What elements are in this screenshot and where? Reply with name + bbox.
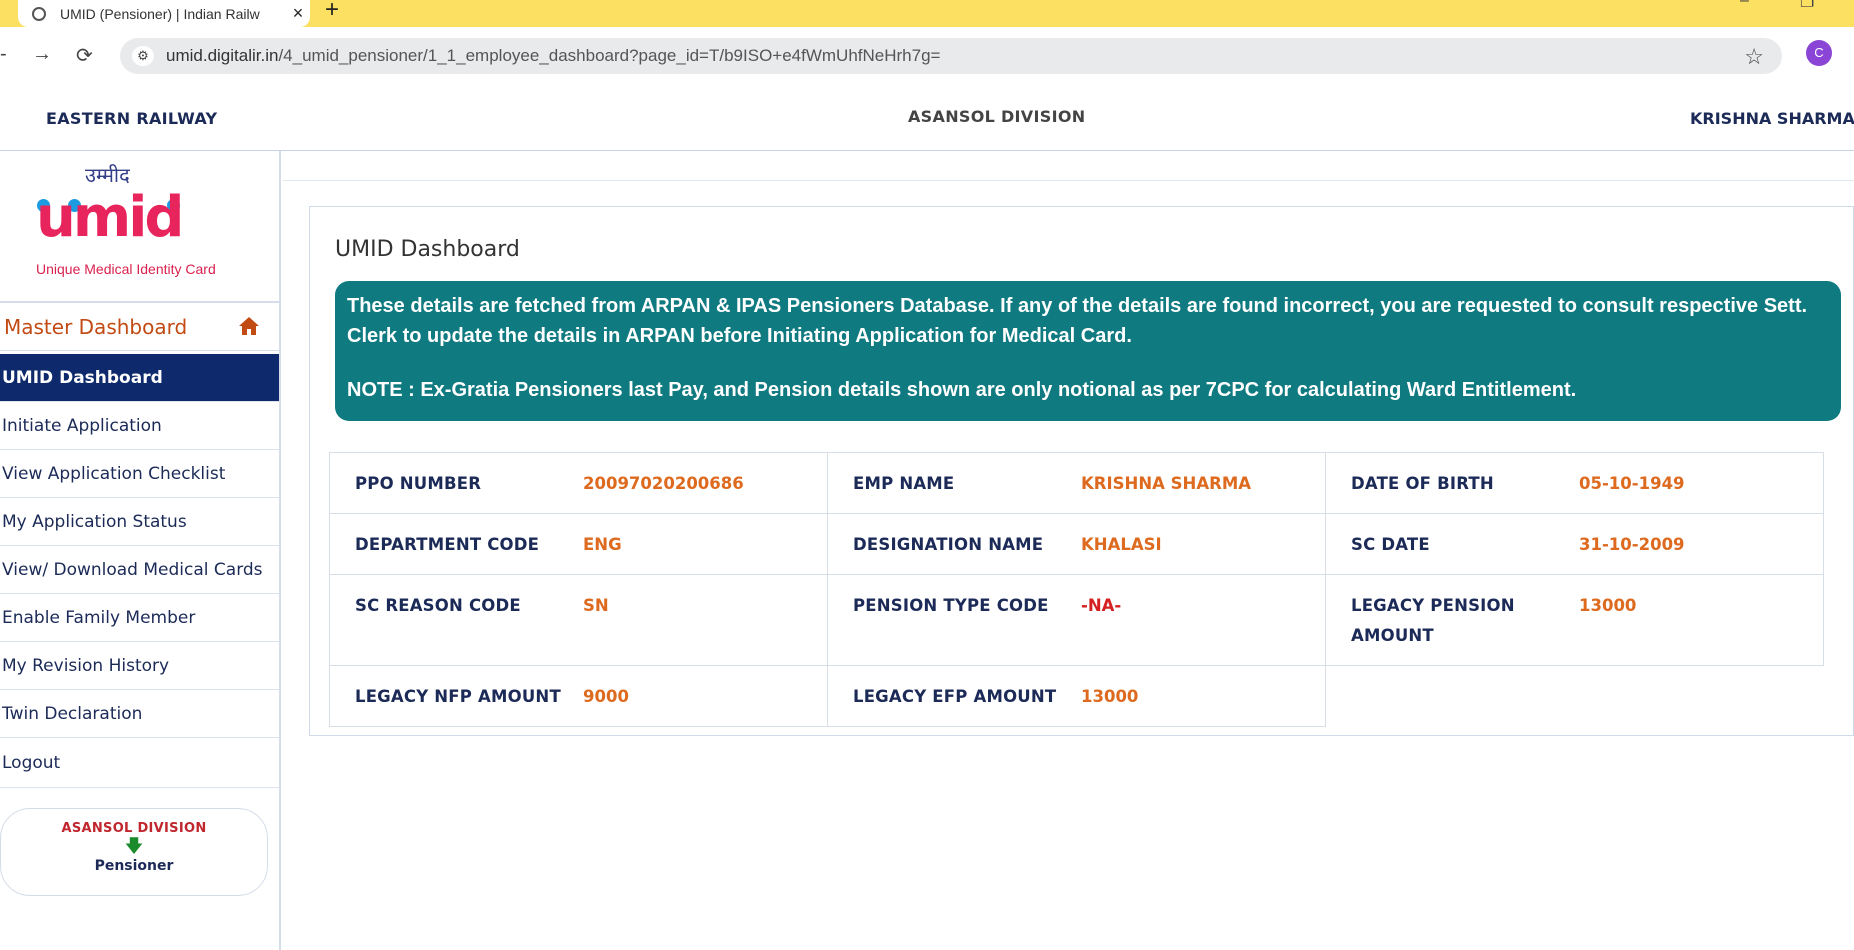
- empty-cell: [1326, 666, 1824, 727]
- field-cell: LEGACY PENSION AMOUNT 13000: [1325, 574, 1824, 666]
- field-label: LEGACY EFP AMOUNT: [853, 687, 1057, 706]
- close-icon[interactable]: ×: [286, 3, 310, 24]
- table-row: PPO NUMBER 20097020200686 EMP NAME KRISHNA…: [329, 452, 1824, 514]
- minimize-icon[interactable]: –: [1740, 0, 1749, 10]
- user-menu[interactable]: KRISHNA SHARMA ⌄: [1690, 109, 1854, 128]
- field-label: EMP NAME: [853, 474, 955, 493]
- table-row: SC REASON CODE SN PENSION TYPE CODE -NA- L…: [329, 574, 1824, 666]
- pensioner-details-table: PPO NUMBER 20097020200686 EMP NAME KRISHNA…: [329, 452, 1824, 727]
- division-role-badge: ASANSOL DIVISION 🡇 Pensioner: [0, 808, 268, 896]
- user-name: KRISHNA SHARMA: [1690, 109, 1854, 128]
- browser-tab[interactable]: UMID (Pensioner) | Indian Railw ×: [18, 0, 310, 27]
- dashboard-card: UMID Dashboard These details are fetched…: [309, 206, 1854, 736]
- sidebar-item-enable-family-member[interactable]: Enable Family Member: [0, 594, 279, 642]
- reload-icon[interactable]: ⟳: [76, 43, 93, 68]
- field-cell: LEGACY EFP AMOUNT 13000: [827, 665, 1326, 727]
- field-cell: LEGACY NFP AMOUNT 9000: [329, 665, 828, 727]
- field-label: PENSION TYPE CODE: [853, 596, 1049, 615]
- field-value: 31-10-2009: [1579, 535, 1685, 554]
- field-value: ENG: [583, 535, 622, 554]
- badge-division: ASANSOL DIVISION: [61, 821, 207, 836]
- sidebar-item-my-revision-history[interactable]: My Revision History: [0, 642, 279, 690]
- bookmark-star-icon[interactable]: ☆: [1744, 44, 1764, 70]
- globe-icon: [32, 6, 46, 21]
- profile-avatar[interactable]: C: [1806, 40, 1832, 66]
- page-title: UMID Dashboard: [335, 237, 520, 262]
- org-name: EASTERN RAILWAY: [46, 109, 218, 128]
- master-dashboard-header[interactable]: Master Dashboard: [0, 301, 279, 351]
- field-cell: DEPARTMENT CODE ENG: [329, 513, 828, 575]
- field-label: PPO NUMBER: [355, 474, 482, 493]
- field-label: SC REASON CODE: [355, 596, 521, 615]
- info-notice: These details are fetched from ARPAN & I…: [335, 281, 1841, 421]
- field-cell: SC DATE 31-10-2009: [1325, 513, 1824, 575]
- app-header: EASTERN RAILWAY ASANSOL DIVISION KRISHNA…: [0, 85, 1854, 151]
- field-value: KRISHNA SHARMA: [1081, 474, 1252, 493]
- field-cell: DATE OF BIRTH 05-10-1949: [1325, 452, 1824, 514]
- field-label: LEGACY PENSION AMOUNT: [1351, 596, 1515, 645]
- notice-note: NOTE : Ex-Gratia Pensioners last Pay, an…: [347, 379, 1577, 401]
- sidebar-item-download-medical-cards[interactable]: View/ Download Medical Cards: [0, 546, 279, 594]
- badge-role: Pensioner: [94, 858, 174, 874]
- logo-tagline: Unique Medical Identity Card: [36, 261, 216, 277]
- master-dashboard-label: Master Dashboard: [4, 314, 188, 339]
- address-bar[interactable]: ⚙ umid.digitalir.in/4_umid_pensioner/1_1…: [120, 38, 1782, 74]
- content-top-band: [283, 151, 1854, 181]
- sidebar-item-view-application-checklist[interactable]: View Application Checklist: [0, 450, 279, 498]
- field-label: LEGACY NFP AMOUNT: [355, 687, 561, 706]
- sidebar-item-initiate-application[interactable]: Initiate Application: [0, 402, 279, 450]
- field-value: 05-10-1949: [1579, 474, 1685, 493]
- field-value: 13000: [1579, 596, 1637, 615]
- sidebar-menu: UMID Dashboard Initiate Application View…: [0, 354, 279, 788]
- restore-icon[interactable]: ❐: [1800, 0, 1814, 12]
- back-icon[interactable]: ‐: [0, 43, 7, 66]
- sidebar-item-twin-declaration[interactable]: Twin Declaration: [0, 690, 279, 738]
- browser-tab-strip: UMID (Pensioner) | Indian Railw × + – ❐: [0, 0, 1854, 27]
- field-label: DESIGNATION NAME: [853, 535, 1044, 554]
- field-label: DATE OF BIRTH: [1351, 474, 1494, 493]
- sidebar-item-my-application-status[interactable]: My Application Status: [0, 498, 279, 546]
- notice-text: These details are fetched from ARPAN & I…: [347, 295, 1808, 347]
- field-value: 13000: [1081, 687, 1139, 706]
- table-row: LEGACY NFP AMOUNT 9000 LEGACY EFP AMOUNT 1…: [329, 665, 1824, 727]
- umid-logo: उम्मीद umid Unique Medical Identity Card: [30, 161, 230, 277]
- logo-hindi-text: उम्मीद: [85, 163, 130, 187]
- site-info-icon[interactable]: ⚙: [132, 46, 154, 66]
- arrow-down-icon: 🡇: [124, 836, 144, 857]
- field-value: -NA-: [1081, 596, 1122, 615]
- field-label: SC DATE: [1351, 535, 1430, 554]
- field-value: KHALASI: [1081, 535, 1162, 554]
- browser-toolbar: ‐ → ⟳ ⚙ umid.digitalir.in/4_umid_pension…: [0, 27, 1854, 85]
- field-value: SN: [583, 596, 609, 615]
- table-row: DEPARTMENT CODE ENG DESIGNATION NAME KHALA…: [329, 513, 1824, 575]
- tab-title: UMID (Pensioner) | Indian Railw: [60, 5, 260, 22]
- field-cell: EMP NAME KRISHNA SHARMA: [827, 452, 1326, 514]
- field-cell: PENSION TYPE CODE -NA-: [827, 574, 1326, 666]
- field-cell: DESIGNATION NAME KHALASI: [827, 513, 1326, 575]
- url-host: umid.digitalir.in: [166, 46, 279, 65]
- division-name: ASANSOL DIVISION: [908, 107, 1086, 126]
- sidebar-item-umid-dashboard[interactable]: UMID Dashboard: [0, 354, 279, 402]
- home-icon[interactable]: [237, 315, 261, 337]
- logo-word: umid: [36, 185, 184, 250]
- new-tab-icon[interactable]: +: [325, 0, 339, 24]
- sidebar-item-logout[interactable]: Logout: [0, 738, 279, 788]
- sidebar: उम्मीद umid Unique Medical Identity Card…: [0, 151, 281, 950]
- field-label: DEPARTMENT CODE: [355, 535, 540, 554]
- main-content: UMID Dashboard These details are fetched…: [283, 151, 1854, 762]
- field-value: 20097020200686: [583, 474, 744, 493]
- field-cell: PPO NUMBER 20097020200686: [329, 452, 828, 514]
- field-cell: SC REASON CODE SN: [329, 574, 828, 666]
- forward-icon[interactable]: →: [32, 43, 52, 66]
- url-path: /4_umid_pensioner/1_1_employee_dashboard…: [278, 46, 941, 65]
- field-value: 9000: [583, 687, 629, 706]
